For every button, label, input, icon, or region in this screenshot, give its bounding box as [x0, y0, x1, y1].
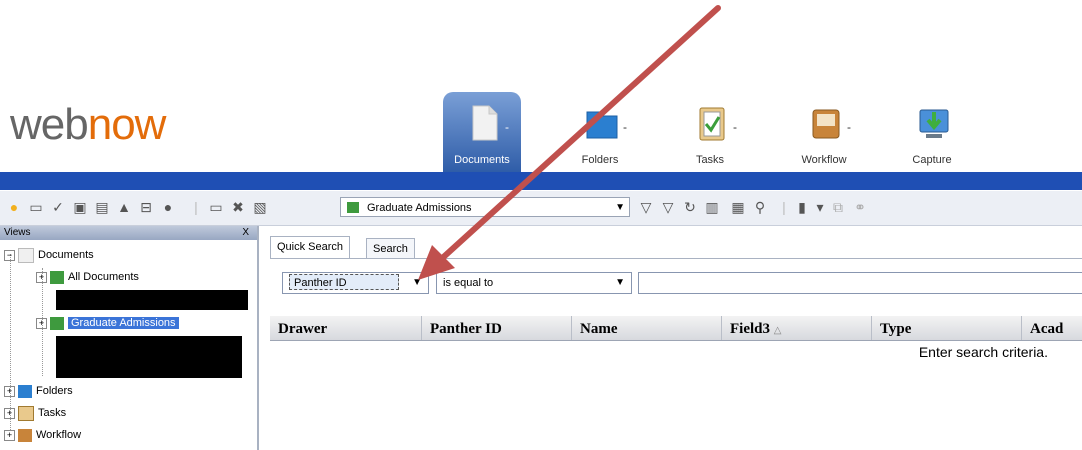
annotation-arrow: [418, 5, 721, 280]
arrow-shaft: [435, 5, 721, 265]
